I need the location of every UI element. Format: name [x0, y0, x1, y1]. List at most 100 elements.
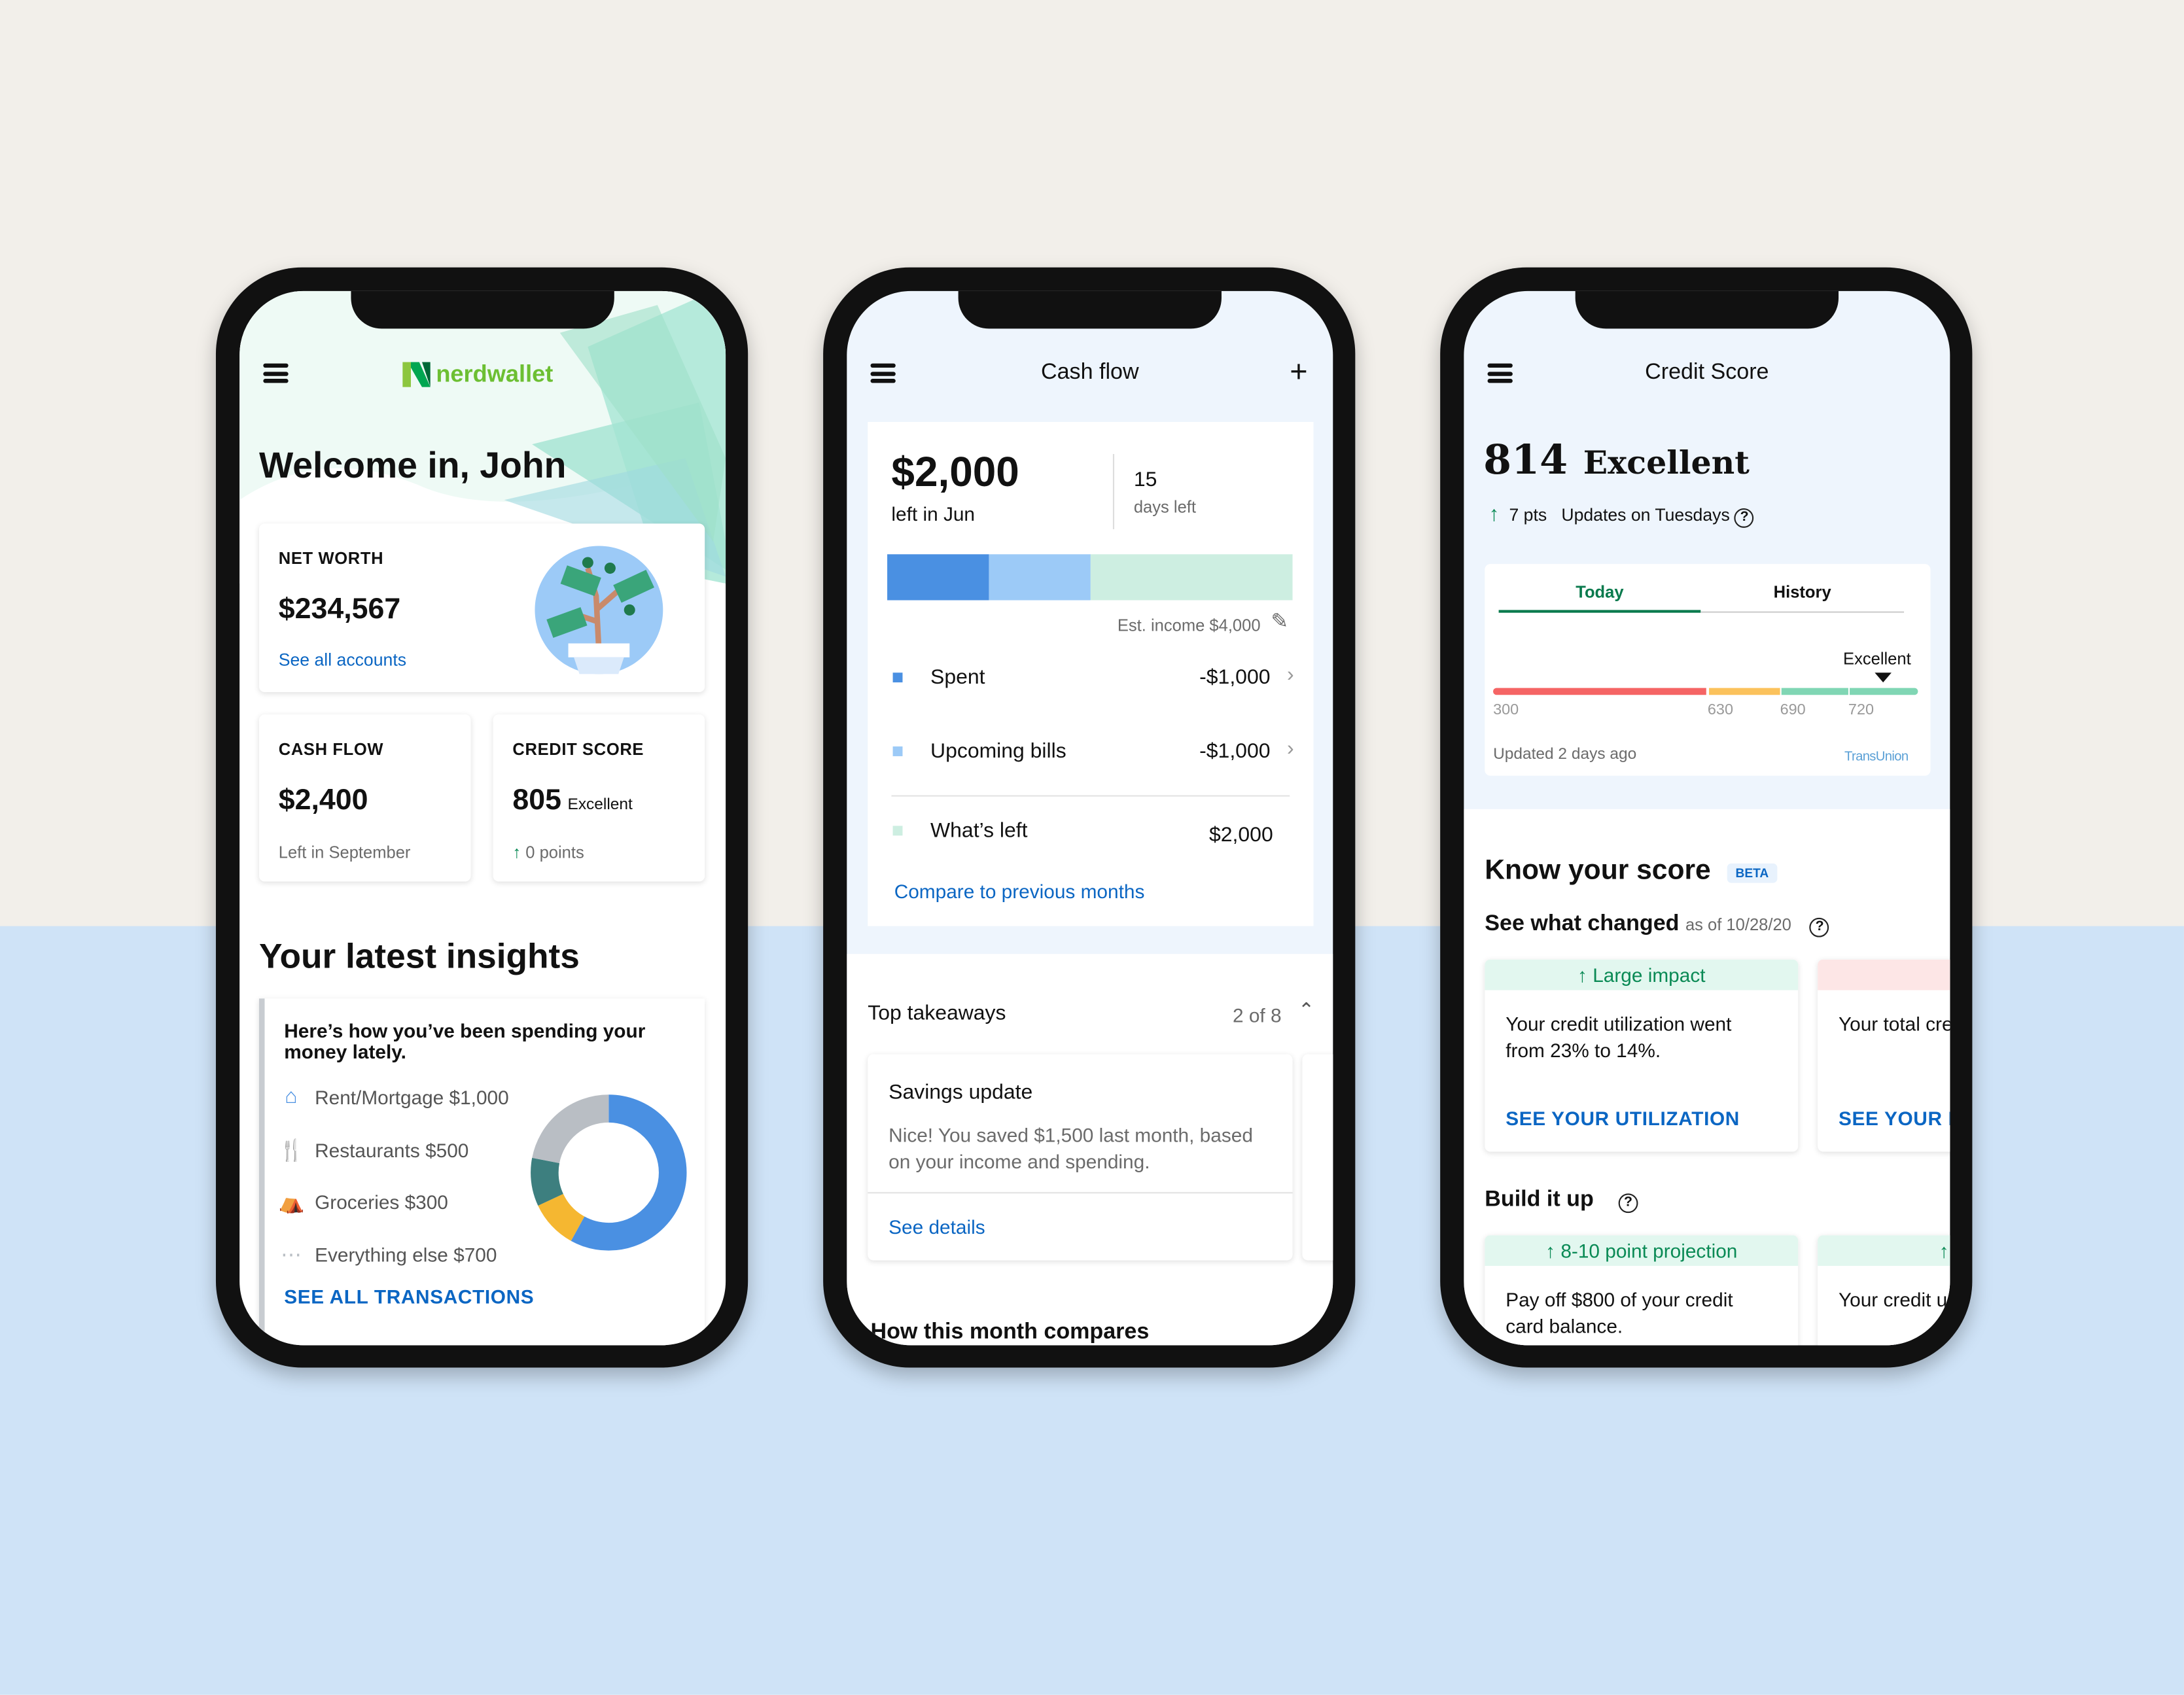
know-your-score-section: Know your score BETA See what changed as… [1464, 809, 1950, 1346]
takeaway-body: Nice! You saved $1,500 last month, based… [889, 1123, 1253, 1173]
help-icon[interactable]: ? [1810, 917, 1830, 937]
impact-link[interactable]: SEE YOUR UTILIZATION [1506, 1107, 1740, 1129]
days-left-label: days left [1133, 497, 1197, 517]
chevron-right-icon[interactable]: › [1287, 663, 1294, 686]
spending-donut-chart [531, 1094, 687, 1251]
score-marker-icon [1875, 673, 1892, 683]
bar-segment [1089, 554, 1293, 601]
impact-body: Your credit u from 23% t [1839, 1288, 1950, 1311]
row-label[interactable]: Upcoming bills [930, 739, 1066, 763]
divider [891, 795, 1290, 797]
est-income: Est. income $4,000 [1117, 615, 1261, 635]
help-icon[interactable]: ? [1618, 1193, 1638, 1214]
impact-body: Pay off $800 of your credit card balance… [1506, 1288, 1733, 1337]
help-icon[interactable]: ? [1735, 508, 1754, 528]
impact-card[interactable]: ↓ Me Your total cre increased $1 SEE YOUR … [1818, 959, 1950, 1152]
spending-category: ⌂ Rent/Mortgage $1,000 [279, 1085, 508, 1109]
changed-date: as of 10/28/20 [1685, 915, 1791, 935]
see-all-accounts-link[interactable]: See all accounts [279, 650, 406, 670]
marker-label: Excellent [1843, 649, 1911, 669]
net-worth-card[interactable]: NET WORTH $234,567 See all accounts [258, 523, 705, 693]
impact-header: ↑ 8-10 p [1818, 1235, 1950, 1267]
updated-time: Updated 2 days ago [1493, 746, 1637, 763]
phone-credit-score: Credit Score 814 Excellent ↑ 7 pts Updat… [1440, 267, 1973, 1368]
transunion-logo: TransUnion [1844, 749, 1909, 765]
phone-cash-flow: Cash flow + $2,000 left in Jun 15 days l… [823, 267, 1356, 1368]
cash-flow-card[interactable]: CASH FLOW $2,400 Left in September [258, 714, 471, 882]
welcome-title: Welcome in, John [258, 444, 567, 486]
screen-title: Credit Score [1645, 360, 1769, 385]
phone-notch [1575, 290, 1839, 329]
how-month-compares-title[interactable]: How this month compares [871, 1320, 1150, 1345]
insight-heading: Here’s how you’ve been spending your mon… [284, 1019, 646, 1063]
takeaways-title: Top takeaways [868, 1001, 1006, 1025]
insights-title: Your latest insights [258, 937, 580, 977]
home-screen: nerdwallet Welcome in, John NET WORTH $2… [239, 290, 726, 1346]
next-takeaway-card[interactable] [1302, 1054, 1333, 1261]
tab-history[interactable]: History [1700, 582, 1904, 602]
impact-body: Your credit utilization went from 23% to… [1506, 1012, 1732, 1062]
scale-tick: 300 [1493, 701, 1519, 719]
credit-score-rating: Excellent [567, 796, 633, 814]
impact-label: Large impact [1593, 964, 1706, 987]
takeaways-section: Top takeaways 2 of 8 ⌃ Savings update Ni… [847, 954, 1333, 1346]
credit-score-card[interactable]: CREDIT SCORE 805 Excellent ↑ 0 points [493, 714, 705, 882]
compare-previous-months-link[interactable]: Compare to previous months [894, 880, 1145, 902]
row-label[interactable]: What’s left [930, 819, 1027, 843]
cash-flow-bar [887, 554, 1293, 601]
category-label: Everything else $700 [315, 1242, 497, 1266]
impact-card[interactable]: ↑ 8-10 point projection Pay off $800 of y… [1485, 1235, 1799, 1346]
phone-notch [351, 290, 614, 329]
logo-text: nerdwallet [436, 360, 554, 387]
scale-tick: 720 [1848, 701, 1875, 719]
see-details-link[interactable]: See details [889, 1215, 985, 1238]
money-tree-illustration [535, 546, 663, 674]
see-all-transactions-link[interactable]: SEE ALL TRANSACTIONS [284, 1285, 534, 1308]
spending-category: 🍴 Restaurants $500 [279, 1137, 469, 1162]
pencil-edit-icon[interactable]: ✎ [1271, 608, 1288, 633]
cash-flow-sub: Left in September [278, 842, 411, 862]
phone-notch [958, 290, 1222, 329]
impact-label: 8-10 point projection [1560, 1239, 1738, 1262]
category-label: Groceries $300 [315, 1191, 448, 1214]
legend-square [892, 746, 903, 756]
menu-icon[interactable] [263, 363, 289, 383]
credit-score-screen: Credit Score 814 Excellent ↑ 7 pts Updat… [1464, 290, 1950, 1346]
score-range-segment [1493, 688, 1706, 695]
credit-score-label: CREDIT SCORE [512, 739, 644, 760]
more-icon: ⋯ [280, 1242, 302, 1267]
scale-tick: 630 [1707, 701, 1733, 719]
score-range-segment [1781, 688, 1848, 695]
score-range-segment [1850, 688, 1918, 695]
impact-card[interactable]: ↑ 8-10 p Your credit u from 23% t [1818, 1235, 1950, 1346]
row-label[interactable]: Spent [930, 666, 985, 690]
savings-update-card[interactable]: Savings update Nice! You saved $1,500 la… [868, 1054, 1293, 1261]
bar-segment [988, 554, 1090, 601]
score-heading: 814 Excellent [1483, 436, 1750, 483]
takeaway-title: Savings update [889, 1080, 1033, 1105]
score-change: 7 pts [1509, 505, 1547, 525]
row-value: $2,000 [1209, 823, 1273, 847]
add-plus-icon[interactable]: + [1290, 354, 1307, 390]
cash-flow-label: CASH FLOW [278, 739, 384, 760]
house-icon: ⌂ [285, 1085, 298, 1109]
basket-icon: ⛺ [278, 1191, 305, 1215]
impact-header: ↓ Me [1818, 959, 1950, 990]
chevron-right-icon[interactable]: › [1287, 737, 1294, 760]
net-worth-value: $234,567 [278, 593, 401, 625]
takeaways-count: 2 of 8 [1232, 1004, 1282, 1026]
score-rating: Excellent [1583, 444, 1750, 482]
cash-flow-summary-card: $2,000 left in Jun 15 days left Est. inc… [868, 422, 1314, 926]
divider [868, 1192, 1293, 1194]
chevron-up-icon[interactable]: ⌃ [1298, 998, 1314, 1022]
tab-today[interactable]: Today [1499, 582, 1701, 602]
nerdwallet-logo: nerdwallet [402, 360, 553, 389]
impact-card[interactable]: ↑ Large impact Your credit utilization we… [1485, 959, 1799, 1152]
impact-body: Your total cre increased $1 [1839, 1012, 1950, 1035]
impact-link[interactable]: SEE YOUR B [1839, 1107, 1950, 1129]
impact-header: ↑ 8-10 point projection [1485, 1235, 1799, 1267]
spending-insight-card[interactable]: Here’s how you’ve been spending your mon… [258, 998, 705, 1346]
legend-square [892, 826, 903, 836]
arrow-up-icon: ↑ [1488, 502, 1500, 527]
bar-segment [887, 554, 989, 601]
